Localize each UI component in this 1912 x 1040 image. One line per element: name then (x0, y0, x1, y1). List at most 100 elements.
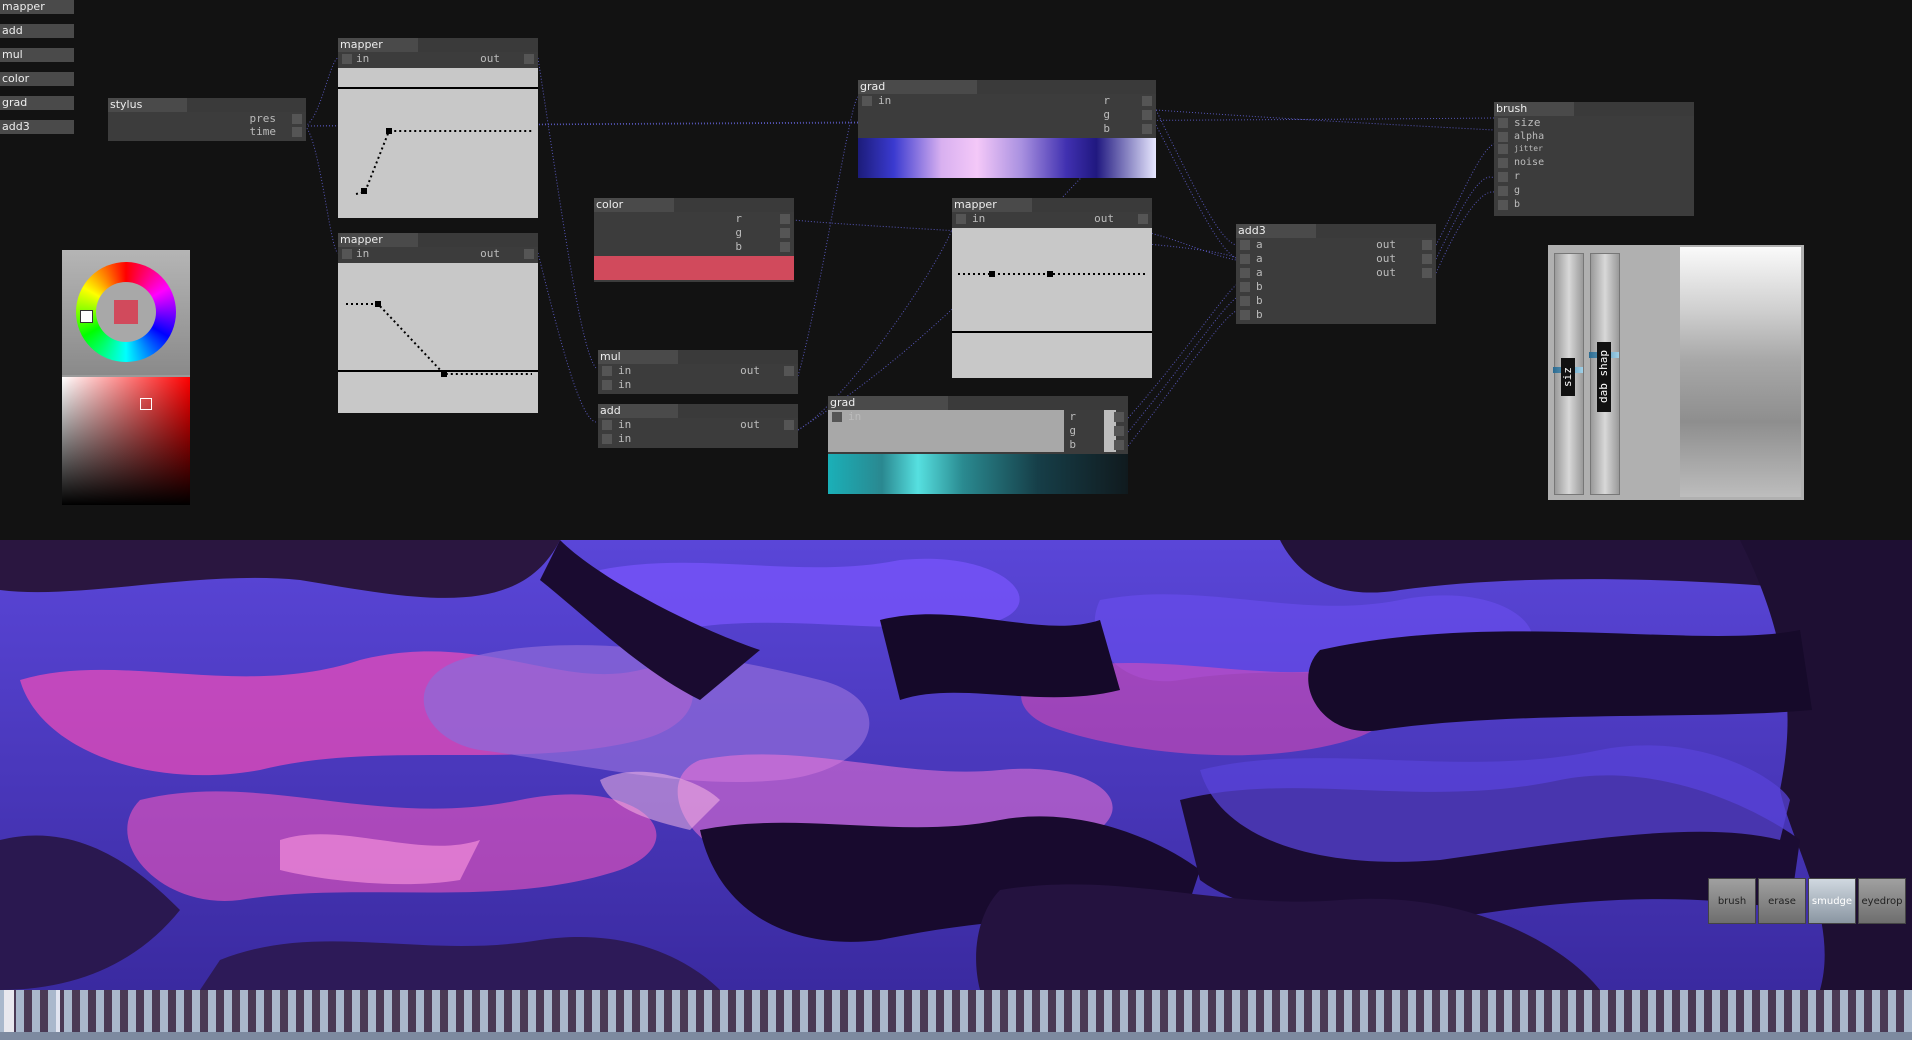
palette-item-grad[interactable]: grad (0, 96, 74, 110)
color-swatch[interactable] (594, 256, 794, 280)
input-port-in[interactable] (342, 249, 352, 259)
dab-shape-slider-label: dab shap (1597, 342, 1611, 412)
input-port-alpha[interactable] (1498, 132, 1508, 142)
node-stylus[interactable]: stylus pres time (108, 98, 306, 141)
eyedrop-tool-button[interactable]: eyedrop (1858, 878, 1906, 924)
palette-item-mapper[interactable]: mapper (0, 0, 74, 14)
color-picker[interactable] (62, 250, 190, 505)
output-port-r[interactable] (780, 214, 790, 224)
palette-item-color[interactable]: color (0, 72, 74, 86)
node-title[interactable]: add3 (1236, 224, 1436, 238)
painting-canvas[interactable]: brush erase smudge eyedrop (0, 540, 1912, 990)
palette-item-mul[interactable]: mul (0, 48, 74, 62)
output-port-out[interactable] (524, 54, 534, 64)
input-port-a[interactable] (1240, 240, 1250, 250)
tool-button-bar: brush erase smudge eyedrop (1706, 878, 1906, 924)
mapper-curve-editor[interactable] (952, 228, 1152, 378)
input-port-in[interactable] (602, 434, 612, 444)
node-title[interactable]: mapper (338, 233, 538, 247)
mapper-curve-editor[interactable] (338, 68, 538, 218)
output-port-out[interactable] (1422, 240, 1432, 250)
output-port-b[interactable] (780, 242, 790, 252)
node-title[interactable]: mapper (338, 38, 538, 52)
port-label: out (740, 418, 760, 431)
output-port-g[interactable] (1142, 110, 1152, 120)
input-port-g[interactable] (1498, 186, 1508, 196)
output-port-b[interactable] (1114, 440, 1124, 450)
node-color[interactable]: color r g b (594, 198, 794, 282)
gradient-preview[interactable] (858, 138, 1156, 178)
node-title[interactable]: stylus (108, 98, 306, 112)
port-label: in (618, 432, 632, 445)
node-title[interactable]: add (598, 404, 798, 418)
input-port-in[interactable] (602, 420, 612, 430)
output-port-b[interactable] (1142, 124, 1152, 134)
node-mapper[interactable]: mapper in out (338, 233, 538, 413)
hue-handle[interactable] (80, 310, 93, 323)
node-grad[interactable]: grad in r g b (828, 396, 1128, 494)
mapper-curve-editor[interactable] (338, 263, 538, 413)
node-title[interactable]: color (594, 198, 794, 212)
port-label: out (740, 364, 760, 377)
palette-item-add3[interactable]: add3 (0, 120, 74, 134)
output-port-time[interactable] (292, 127, 302, 137)
node-title[interactable]: brush (1494, 102, 1694, 116)
input-port-in[interactable] (602, 380, 612, 390)
node-title[interactable]: mul (598, 350, 798, 364)
node-title[interactable]: grad (858, 80, 1156, 94)
palette-item-add[interactable]: add (0, 24, 74, 38)
hue-wheel[interactable] (76, 262, 176, 362)
size-slider[interactable]: siz (1553, 253, 1584, 495)
input-port-b[interactable] (1240, 296, 1250, 306)
input-port-in[interactable] (602, 366, 612, 376)
size-slider-label: siz (1561, 358, 1575, 396)
sv-handle[interactable] (140, 398, 152, 410)
output-port-out[interactable] (784, 420, 794, 430)
node-brush[interactable]: brush size alpha jitter noise r g b (1494, 102, 1694, 216)
input-port-noise[interactable] (1498, 158, 1508, 168)
smudge-tool-button[interactable]: smudge (1808, 878, 1856, 924)
output-port-g[interactable] (780, 228, 790, 238)
saturation-value-square[interactable] (62, 377, 190, 505)
input-port-in[interactable] (862, 96, 872, 106)
input-port-in[interactable] (342, 54, 352, 64)
output-port-out[interactable] (524, 249, 534, 259)
port-label: a (1256, 266, 1263, 279)
output-port-out[interactable] (1422, 268, 1432, 278)
input-port-r[interactable] (1498, 172, 1508, 182)
brush-preview-panel: siz dab shap (1548, 245, 1804, 500)
output-port-r[interactable] (1142, 96, 1152, 106)
gradient-preview[interactable] (828, 454, 1128, 494)
node-mapper[interactable]: mapper in out (952, 198, 1152, 378)
input-port-a[interactable] (1240, 254, 1250, 264)
brush-tool-button[interactable]: brush (1708, 878, 1756, 924)
node-grad[interactable]: grad in r g b (858, 80, 1156, 178)
timeline-strip[interactable] (0, 990, 1912, 1040)
node-title[interactable]: mapper (952, 198, 1152, 212)
erase-tool-button[interactable]: erase (1758, 878, 1806, 924)
port-label: out (1094, 212, 1114, 225)
input-port-jitter[interactable] (1498, 144, 1508, 154)
input-port-in[interactable] (956, 214, 966, 224)
node-mul[interactable]: mul in out in (598, 350, 798, 394)
input-port-b[interactable] (1240, 310, 1250, 320)
node-graph-area[interactable]: mapper add mul color grad add3 stylus pr… (0, 0, 1912, 540)
input-port-a[interactable] (1240, 268, 1250, 278)
dab-shape-slider[interactable]: dab shap (1589, 253, 1620, 495)
input-port-size[interactable] (1498, 118, 1508, 128)
output-port-pres[interactable] (292, 114, 302, 124)
node-add[interactable]: add in out in (598, 404, 798, 448)
output-port-r[interactable] (1114, 412, 1124, 422)
node-mapper[interactable]: mapper in out (338, 38, 538, 218)
output-port-out[interactable] (1422, 254, 1432, 264)
node-title[interactable]: grad (828, 396, 1128, 410)
port-label: g (735, 226, 742, 239)
timeline-frame-marker[interactable] (4, 990, 14, 1032)
input-port-in[interactable] (832, 412, 842, 422)
output-port-g[interactable] (1114, 426, 1124, 436)
output-port-out[interactable] (1138, 214, 1148, 224)
output-port-out[interactable] (784, 366, 794, 376)
input-port-b[interactable] (1498, 200, 1508, 210)
node-add3[interactable]: add3 a out a out a out b b b (1236, 224, 1436, 324)
input-port-b[interactable] (1240, 282, 1250, 292)
